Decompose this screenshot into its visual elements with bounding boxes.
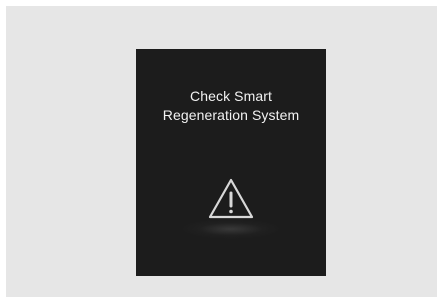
icon-reflection: [181, 219, 281, 239]
warning-message-line1: Check Smart: [189, 88, 272, 104]
warning-message: Check Smart Regeneration System: [136, 87, 326, 125]
warning-message-line2: Regeneration System: [162, 107, 300, 123]
warning-triangle-icon: [208, 178, 254, 219]
cluster-display: Check Smart Regeneration System: [136, 49, 326, 276]
figure-background: Check Smart Regeneration System: [6, 6, 437, 297]
